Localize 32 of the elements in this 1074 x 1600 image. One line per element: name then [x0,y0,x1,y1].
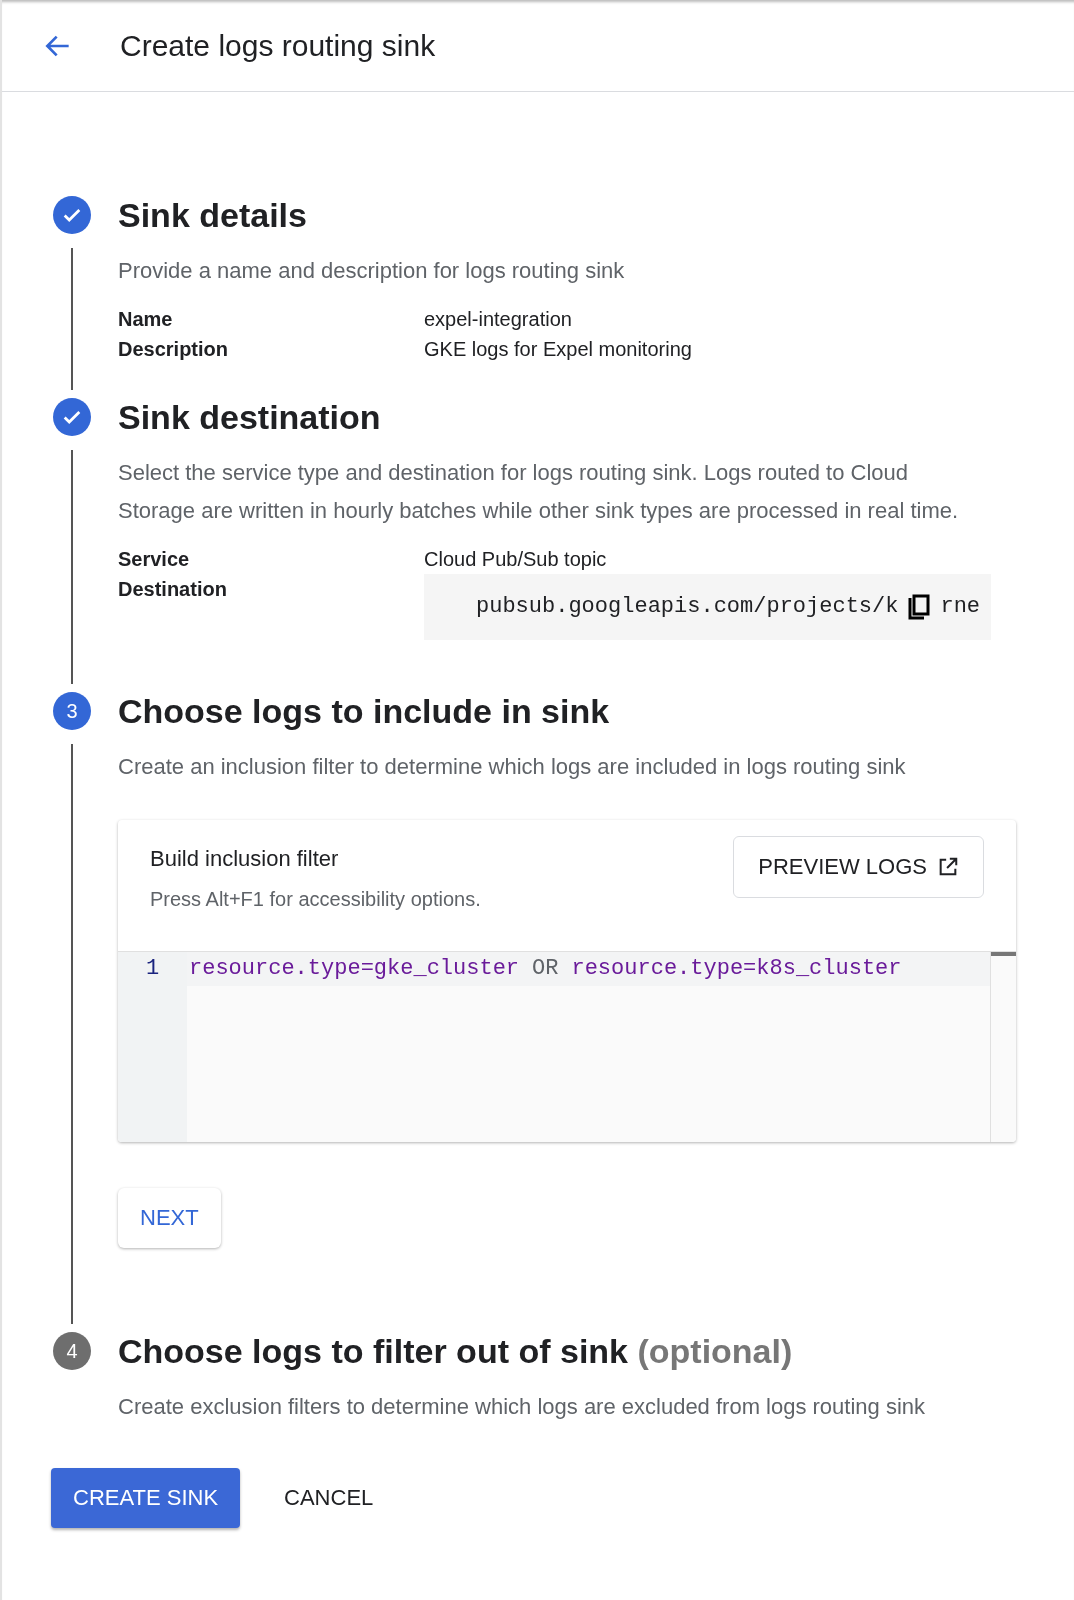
field-value: Cloud Pub/Sub topic [424,547,608,572]
card-title: Build inclusion filter [150,846,340,872]
next-button[interactable]: NEXT [118,1188,221,1248]
external-link-icon [937,856,959,878]
step-description: Provide a name and description for logs routing sink [118,257,626,285]
step-description: Create an inclusion filter to determine which logs are included in logs routing sink [118,753,907,781]
preview-logs-button[interactable]: PREVIEW LOGS [733,836,984,898]
field-value: expel-integration [424,307,573,332]
step-description: Select the service type and destination for logs routing sink. Logs routed to Cloud Storage are written in hourly batches while other sink types are processed in real time. [118,459,960,525]
step-description: Create exclusion filters to determine which logs are excluded from logs routing sink [118,1393,927,1421]
destination-path: pubsub.googleapis.com/projects/k [476,593,899,621]
check-circle-icon [53,196,91,234]
card-hint: Press Alt+F1 for accessibility options. [150,888,481,911]
step-number: 4 [53,1332,91,1370]
field-label: Name [118,307,174,332]
field-label: Destination [118,577,228,602]
optional-label: (optional) [637,1332,793,1370]
step-heading: Sink destination [118,397,382,438]
cancel-button[interactable]: CANCEL [262,1468,396,1528]
field-label: Service [118,547,191,572]
copy-icon[interactable] [908,594,931,620]
step-heading: Choose logs to include in sink [118,691,611,732]
destination-path-end: rne [940,593,981,621]
step-heading: Sink details [118,195,308,236]
create-sink-button[interactable]: CREATE SINK [51,1468,241,1528]
line-number: 1 [144,955,161,983]
check-circle-icon [53,398,91,436]
field-label: Description [118,337,230,362]
step-number: 3 [53,692,91,730]
field-value: GKE logs for Expel monitoring [424,337,693,362]
step-heading: Choose logs to filter out of sink (optional) [118,1331,794,1372]
page-title: Create logs routing sink [120,28,436,63]
